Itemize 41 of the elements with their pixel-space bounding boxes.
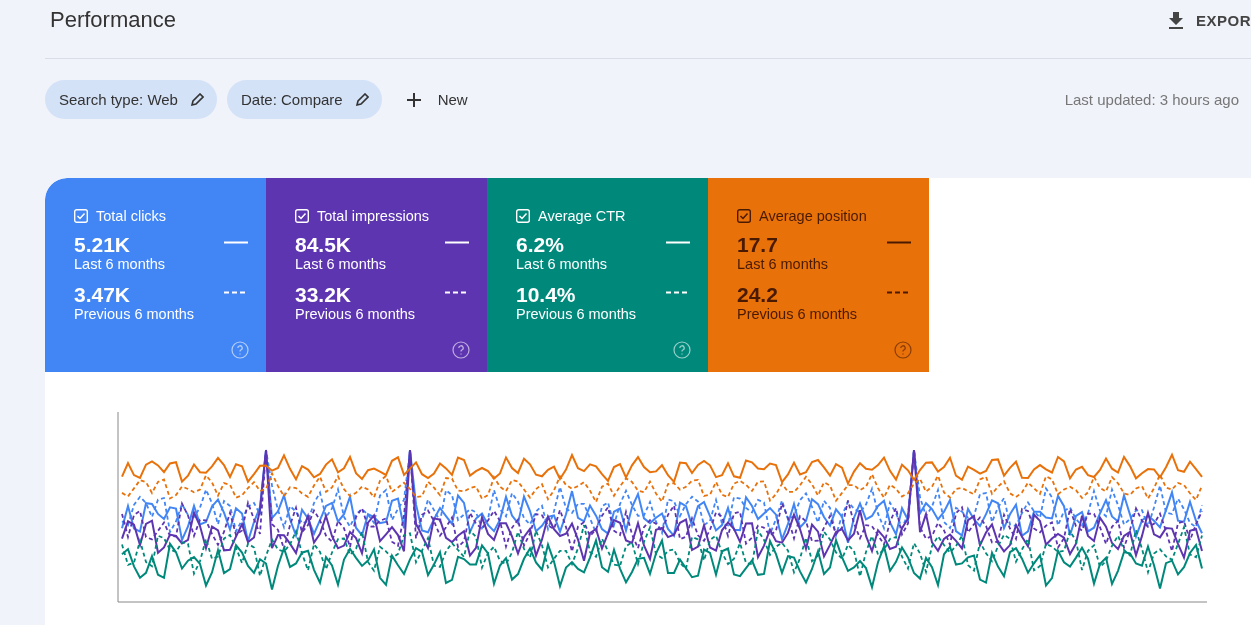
solid-line-icon — [666, 241, 690, 244]
metric-value: 33.2K — [295, 284, 353, 306]
solid-line-icon — [445, 241, 469, 244]
period-label: Previous 6 months — [737, 306, 858, 322]
last-updated-text: Last updated: 3 hours ago — [1064, 91, 1240, 108]
plus-icon — [405, 91, 422, 108]
dashed-line-icon — [445, 291, 469, 294]
metric-value: 17.7 — [737, 234, 779, 256]
metric-value: 5.21K — [74, 234, 132, 256]
pencil-icon — [354, 92, 369, 107]
period-label: Last 6 months — [737, 256, 829, 272]
metric-label: Total clicks — [96, 208, 167, 224]
checkbox[interactable] — [737, 209, 751, 223]
dashed-line-icon — [666, 291, 690, 294]
new-filter-button[interactable]: New — [391, 91, 482, 108]
period-label: Last 6 months — [295, 256, 387, 272]
dashed-line-icon — [224, 291, 248, 294]
metric-value: 84.5K — [295, 234, 353, 256]
metric-label: Average CTR — [538, 208, 626, 224]
metric-label: Average position — [759, 208, 867, 224]
metric-card[interactable]: Average position 17.7 Last 6 months 24.2 Previous 6 months — [708, 178, 929, 372]
period-label: Previous 6 months — [74, 306, 195, 322]
period-label: Last 6 months — [74, 256, 166, 272]
metric-value: 6.2% — [516, 234, 565, 256]
pencil-icon — [189, 92, 204, 107]
filter-chip[interactable]: Date: Compare — [226, 80, 382, 119]
period-label: Last 6 months — [516, 256, 608, 272]
export-button[interactable]: EXPOR — [1168, 11, 1251, 29]
solid-line-icon — [224, 241, 248, 244]
metric-value: 24.2 — [737, 284, 779, 306]
period-label: Previous 6 months — [516, 306, 637, 322]
filter-chip[interactable]: Search type: Web — [45, 80, 217, 119]
download-icon — [1168, 11, 1184, 29]
page-title: Performance — [50, 7, 176, 33]
period-label: Previous 6 months — [295, 306, 416, 322]
metric-value: 3.47K — [74, 284, 132, 306]
metric-value: 10.4% — [516, 284, 577, 306]
help-icon[interactable] — [894, 341, 912, 359]
dashed-line-icon — [887, 291, 911, 294]
metric-label: Total impressions — [317, 208, 429, 224]
solid-line-icon — [887, 241, 911, 244]
